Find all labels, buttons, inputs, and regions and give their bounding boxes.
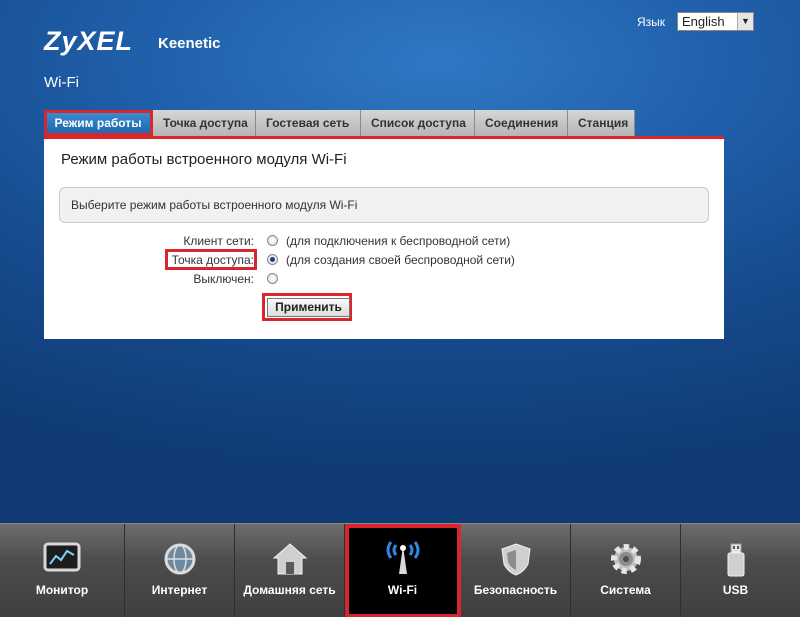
option-off-label: Выключен: [193,272,254,286]
content-panel: Режим работы встроенного модуля Wi-Fi Вы… [44,139,724,339]
nav-monitor[interactable]: Монитор [0,524,125,617]
home-icon [272,543,307,575]
language-value: English [682,14,725,29]
hint-box: Выберите режим работы встроенного модуля… [59,187,709,223]
zyxel-logo: ZyXEL [44,26,134,56]
nav-wifi-label: Wi-Fi [387,583,418,597]
nav-system[interactable]: Система [571,524,681,617]
option-access-point-label: Точка доступа: [171,253,254,267]
nav-monitor-label: Монитор [35,583,89,597]
option-access-point-description: (для создания своей беспроводной сети) [286,253,515,267]
wifi-antenna-icon [386,541,419,574]
option-client-description: (для подключения к беспроводной сети) [286,234,511,248]
tab-operating-mode[interactable]: Режим работы [44,110,153,136]
apply-button[interactable]: Применить [267,298,350,317]
product-name: Keenetic [158,35,221,52]
chevron-down-icon[interactable]: ▼ [737,13,753,30]
nav-wifi[interactable]: Wi-Fi [345,524,461,617]
usb-icon [727,543,744,577]
panel-title: Режим работы встроенного модуля Wi-Fi [61,151,347,168]
option-access-point-radio[interactable] [267,254,278,265]
tab-access-list[interactable]: Список доступа [361,110,475,136]
tab-station[interactable]: Станция [568,110,635,136]
nav-internet-label: Интернет [151,583,208,597]
option-client-label: Клиент сети: [183,234,254,248]
option-off-radio[interactable] [267,273,278,284]
nav-usb-label: USB [722,583,749,597]
nav-security-label: Безопасность [473,583,558,597]
tab-bar: Режим работы Точка доступа Гостевая сеть… [44,110,635,136]
shield-icon [500,543,531,576]
monitor-icon [43,542,81,572]
nav-usb[interactable]: USB [681,524,790,617]
globe-icon [164,543,195,575]
nav-internet[interactable]: Интернет [125,524,235,617]
nav-home-network-label: Домашняя сеть [243,583,336,597]
language-label: Язык [637,15,666,29]
language-select[interactable]: English ▼ [677,12,754,31]
option-client-radio[interactable] [267,235,278,246]
tab-access-point[interactable]: Точка доступа [153,110,256,136]
page-section-title: Wi-Fi [44,74,79,91]
nav-system-label: Система [600,583,651,597]
tab-guest-network[interactable]: Гостевая сеть [256,110,361,136]
gear-icon [610,544,641,574]
bottom-nav: Монитор Интернет Домашняя сеть Wi-Fi Без… [0,523,800,617]
nav-security[interactable]: Безопасность [461,524,571,617]
nav-home-network[interactable]: Домашняя сеть [235,524,345,617]
tab-connections[interactable]: Соединения [475,110,568,136]
